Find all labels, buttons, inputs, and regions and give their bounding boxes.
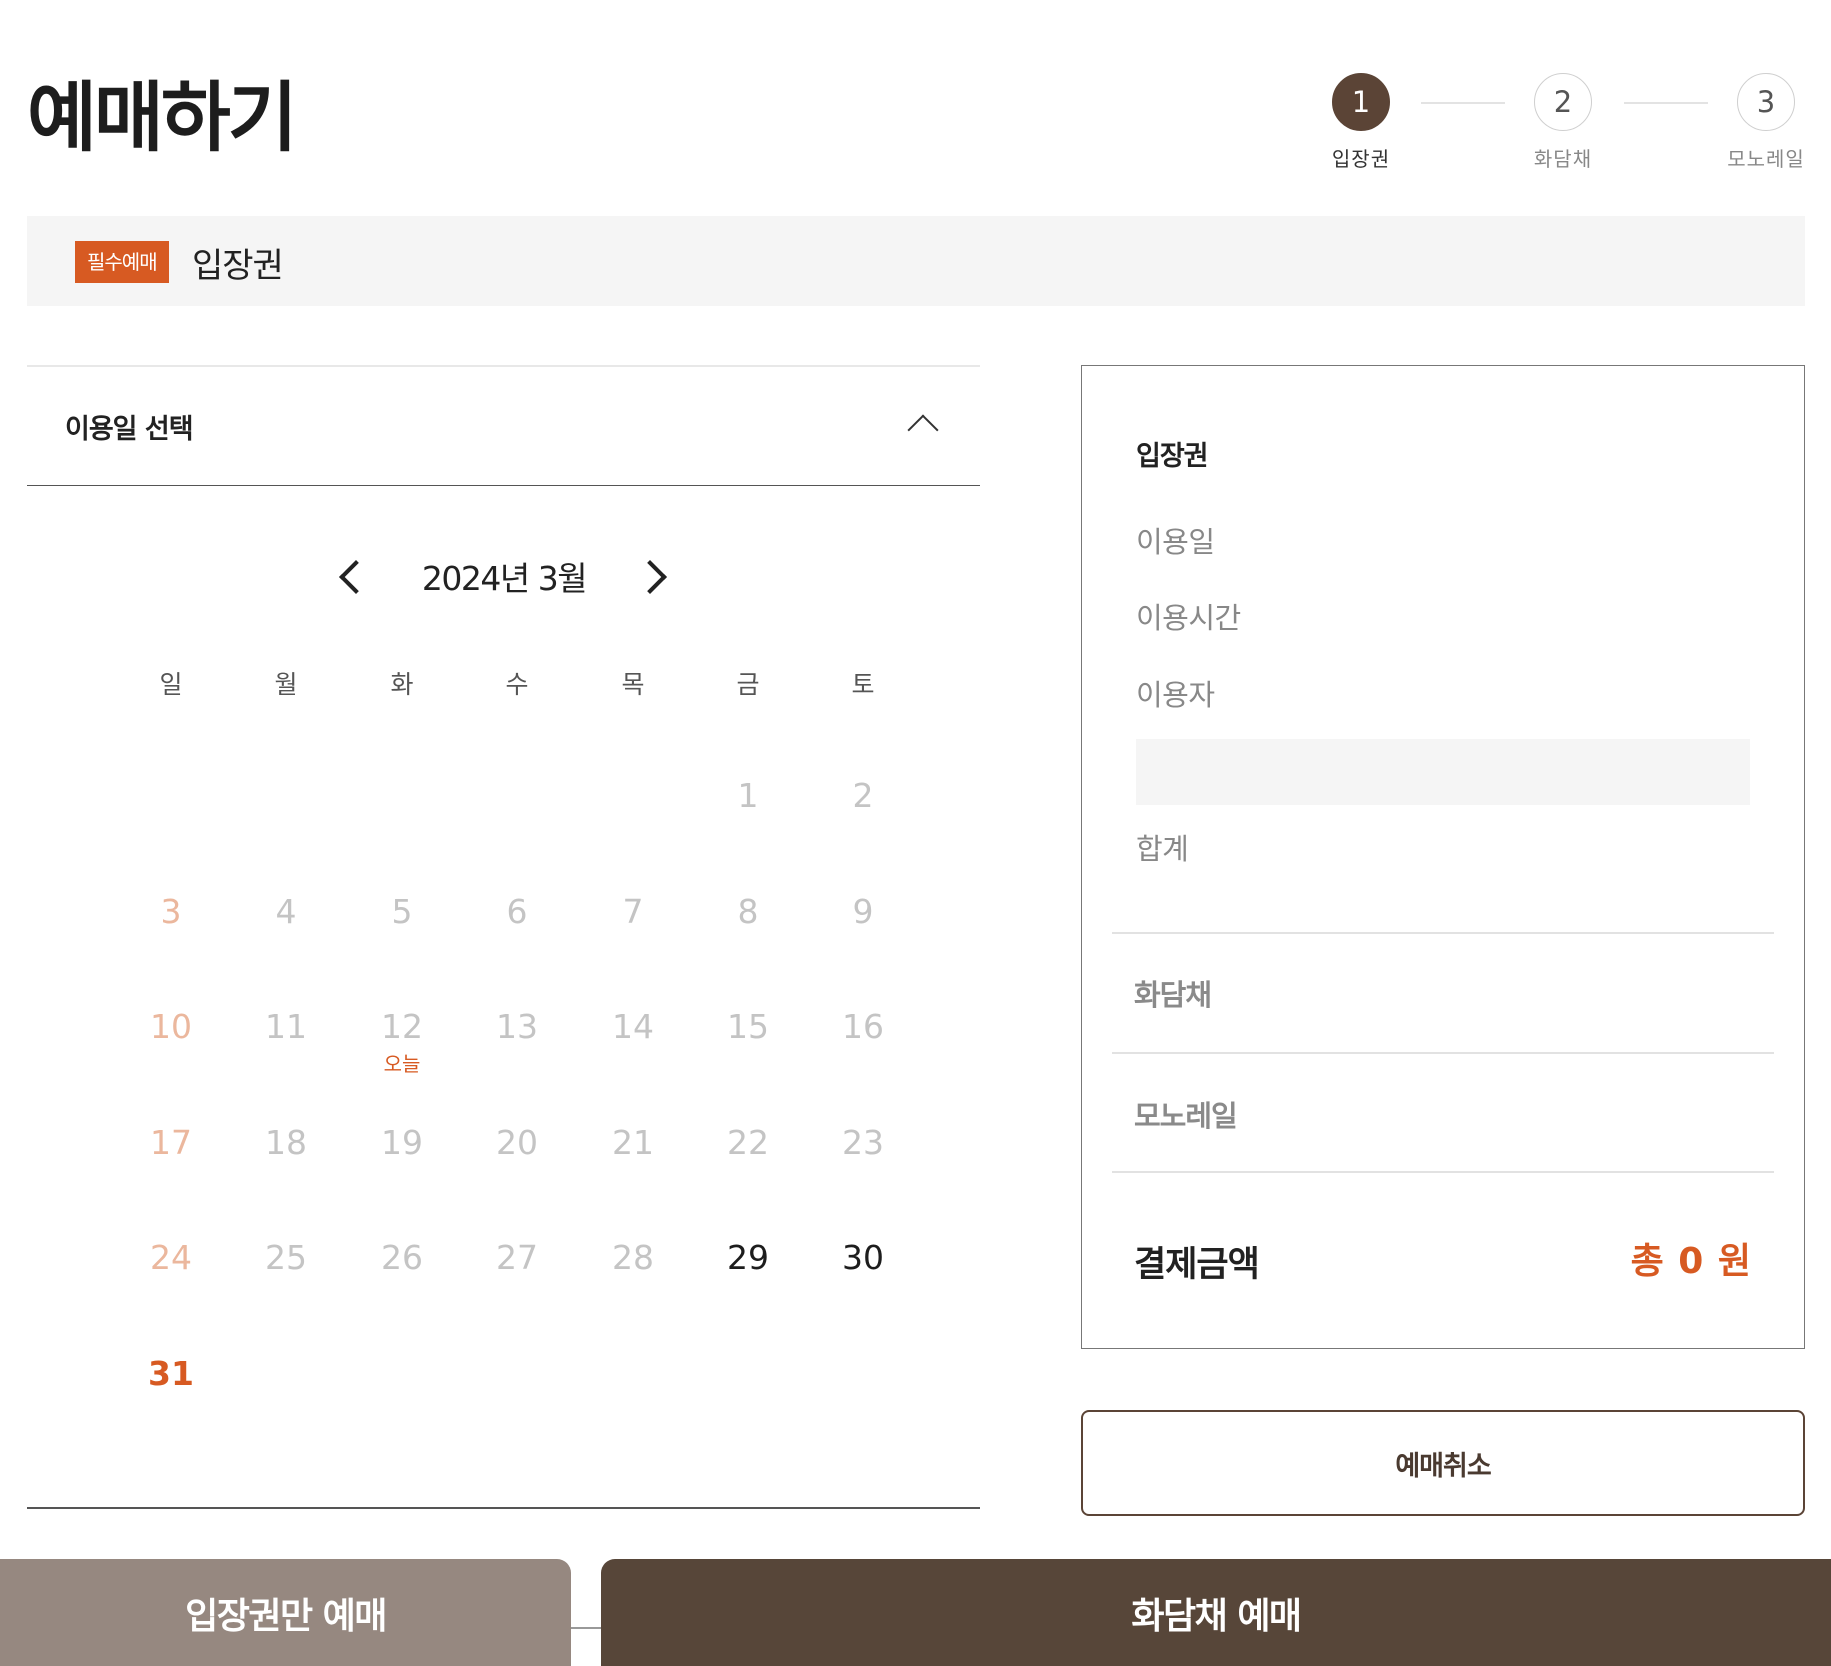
summary-total-row: 합계 bbox=[1136, 832, 1189, 866]
calendar-day-12: 12 bbox=[381, 1007, 423, 1046]
step-3: 3 모노레일 bbox=[1706, 73, 1826, 172]
calendar-day-28: 28 bbox=[612, 1238, 654, 1277]
calendar-day-17: 17 bbox=[150, 1123, 192, 1162]
page-title: 예매하기 bbox=[27, 73, 298, 162]
date-accordion-header[interactable]: 이용일 선택 bbox=[27, 367, 980, 486]
calendar-day-25: 25 bbox=[265, 1238, 307, 1277]
calendar-day-27: 27 bbox=[496, 1238, 538, 1277]
divider bbox=[1112, 1052, 1774, 1054]
hwadamchae-booking-button[interactable]: 화담채 예매 bbox=[601, 1559, 1831, 1666]
cancel-booking-button[interactable]: 예매취소 bbox=[1081, 1410, 1805, 1516]
payment-label: 결제금액 bbox=[1134, 1245, 1260, 1285]
step-label: 화담채 bbox=[1533, 147, 1593, 171]
calendar-day-8: 8 bbox=[737, 892, 759, 931]
calendar-day-10: 10 bbox=[150, 1007, 192, 1046]
weekday-wed: 수 bbox=[505, 670, 529, 699]
calendar-day-24: 24 bbox=[150, 1238, 192, 1277]
calendar-day-1: 1 bbox=[737, 776, 759, 815]
calendar-day-15: 15 bbox=[727, 1007, 769, 1046]
step-number: 2 bbox=[1534, 73, 1592, 131]
summary-detail-box bbox=[1136, 739, 1750, 805]
step-number: 3 bbox=[1737, 73, 1795, 131]
weekday-fri: 금 bbox=[736, 670, 760, 699]
divider bbox=[1112, 932, 1774, 934]
step-label: 모노레일 bbox=[1727, 147, 1805, 171]
step-number: 1 bbox=[1332, 73, 1390, 131]
next-month-button[interactable] bbox=[633, 560, 667, 594]
calendar-day-22: 22 bbox=[727, 1123, 769, 1162]
summary-user-row: 이용자 bbox=[1136, 678, 1215, 712]
calendar-day-16: 16 bbox=[842, 1007, 884, 1046]
summary-section-hwadamchae: 화담채 bbox=[1134, 978, 1212, 1012]
calendar-day-6: 6 bbox=[506, 892, 528, 931]
ticket-only-button[interactable]: 입장권만 예매 bbox=[0, 1559, 571, 1666]
summary-section-monorail: 모노레일 bbox=[1134, 1099, 1238, 1133]
calendar-day-21: 21 bbox=[612, 1123, 654, 1162]
summary-date-row: 이용일 bbox=[1136, 525, 1215, 559]
prev-month-button[interactable] bbox=[339, 560, 373, 594]
ticket-title: 입장권 bbox=[192, 246, 284, 286]
step-connector bbox=[1421, 102, 1505, 104]
ticket-banner: 필수예매 입장권 bbox=[27, 216, 1805, 306]
divider bbox=[27, 1507, 980, 1509]
calendar-day-13: 13 bbox=[496, 1007, 538, 1046]
calendar-day-18: 18 bbox=[265, 1123, 307, 1162]
divider bbox=[570, 1627, 602, 1629]
weekday-sun: 일 bbox=[159, 670, 183, 699]
calendar-day-26: 26 bbox=[381, 1238, 423, 1277]
calendar-day-4: 4 bbox=[275, 892, 297, 931]
summary-time-row: 이용시간 bbox=[1136, 601, 1241, 635]
chevron-up-icon[interactable] bbox=[907, 414, 939, 446]
calendar-day-11: 11 bbox=[265, 1007, 307, 1046]
step-2: 2 화담채 bbox=[1503, 73, 1623, 172]
calendar-day-31[interactable]: 31 bbox=[131, 1354, 211, 1393]
calendar-day-23: 23 bbox=[842, 1123, 884, 1162]
calendar-day-19: 19 bbox=[381, 1123, 423, 1162]
calendar-day-14: 14 bbox=[612, 1007, 654, 1046]
calendar-day-9: 9 bbox=[852, 892, 874, 931]
weekday-sat: 토 bbox=[851, 670, 875, 699]
calendar-day-3: 3 bbox=[160, 892, 182, 931]
required-badge: 필수예매 bbox=[75, 241, 169, 283]
calendar-day-30[interactable]: 30 bbox=[823, 1238, 903, 1277]
step-label: 입장권 bbox=[1331, 147, 1391, 171]
today-label: 오늘 bbox=[383, 1052, 421, 1076]
summary-heading: 입장권 bbox=[1136, 441, 1209, 472]
booking-summary: 입장권 이용일 이용시간 이용자 합계 화담채 모노레일 결제금액 총 0 원 bbox=[1081, 365, 1805, 1349]
calendar-day-29[interactable]: 29 bbox=[708, 1238, 788, 1277]
calendar-day-20: 20 bbox=[496, 1123, 538, 1162]
weekday-thu: 목 bbox=[621, 670, 645, 699]
calendar-day-7: 7 bbox=[622, 892, 644, 931]
payment-amount: 총 0 원 bbox=[1630, 1241, 1752, 1282]
calendar-month-label: 2024년 3월 bbox=[421, 559, 588, 598]
calendar-day-2: 2 bbox=[852, 776, 874, 815]
step-1: 1 입장권 bbox=[1301, 73, 1421, 172]
step-connector bbox=[1624, 102, 1708, 104]
weekday-mon: 월 bbox=[274, 670, 298, 699]
divider bbox=[1112, 1171, 1774, 1173]
accordion-title: 이용일 선택 bbox=[65, 414, 194, 445]
weekday-tue: 화 bbox=[390, 670, 414, 699]
calendar-day-5: 5 bbox=[391, 892, 413, 931]
